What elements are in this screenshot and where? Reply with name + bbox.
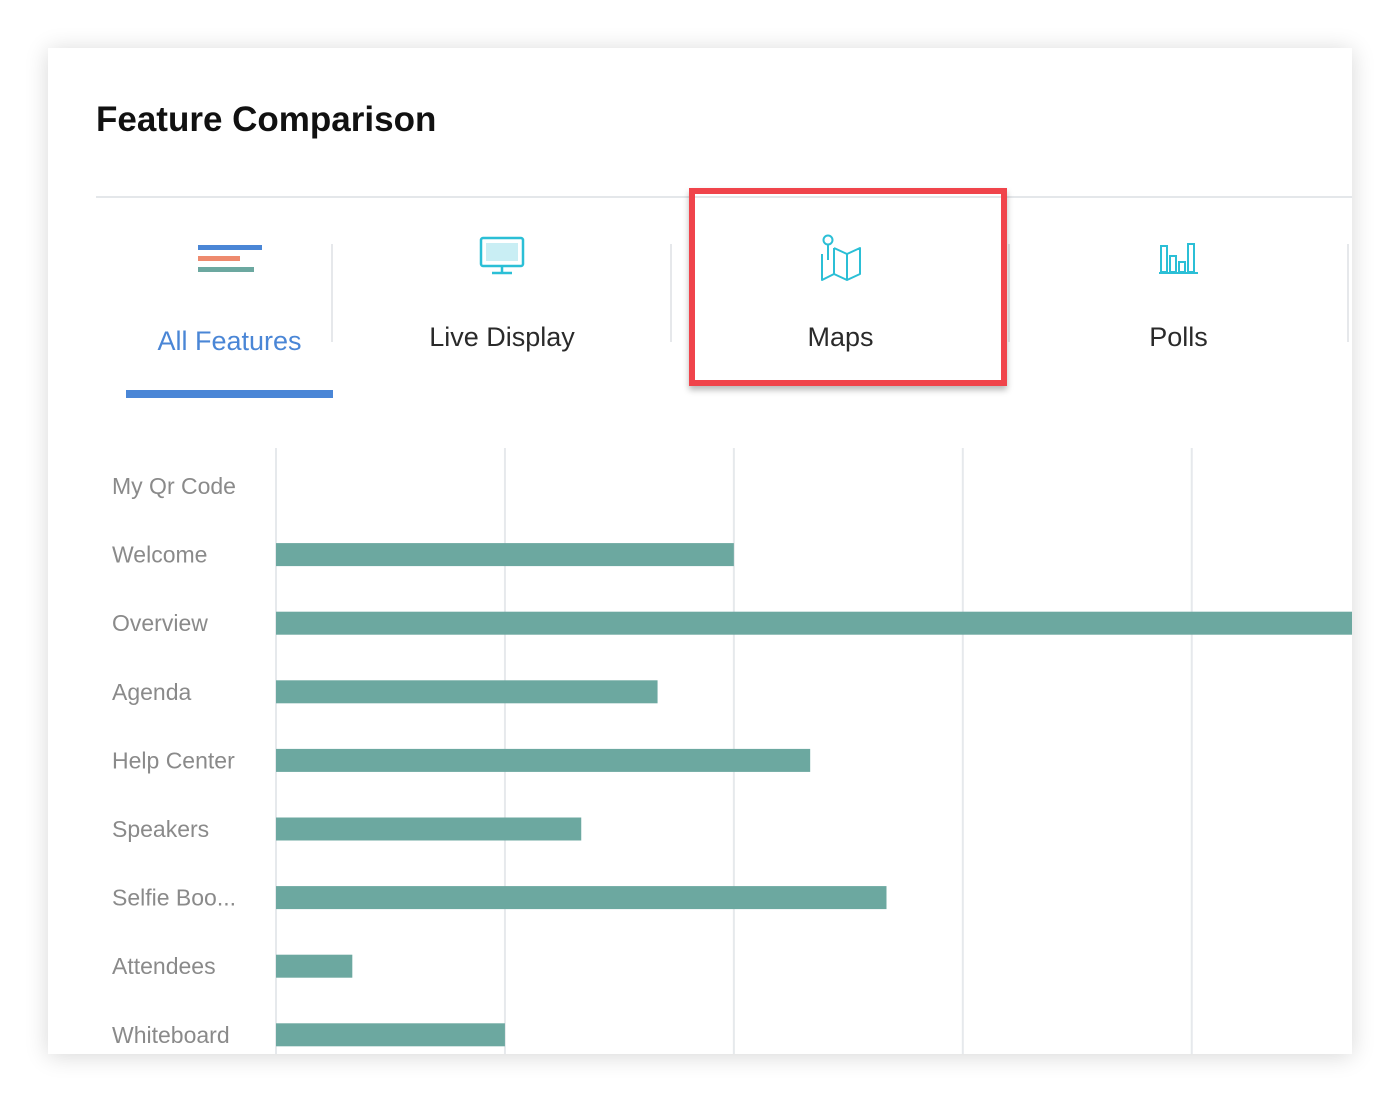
category-label: Agenda	[112, 679, 192, 705]
feature-usage-bar-chart: My Qr Code Welcome Overview Agenda Help Cent…	[112, 448, 1352, 1054]
category-label: Speakers	[112, 816, 209, 842]
category-label: Selfie Boo...	[112, 885, 236, 911]
category-label: My Qr Code	[112, 473, 236, 499]
bar-help-center[interactable]	[276, 748, 811, 772]
bar-whiteboard[interactable]	[276, 1023, 505, 1047]
bar-speakers[interactable]	[276, 817, 582, 841]
category-label: Welcome	[112, 542, 207, 568]
category-label: Overview	[112, 610, 208, 636]
category-label: Attendees	[112, 953, 216, 979]
feature-comparison-card: Feature Comparison All Features Live Dis…	[48, 48, 1352, 1054]
bar-overview[interactable]	[276, 611, 1352, 635]
bar-welcome[interactable]	[276, 543, 734, 567]
category-label: Whiteboard	[112, 1022, 230, 1048]
bar-agenda[interactable]	[276, 680, 658, 704]
bar-selfie-boo[interactable]	[276, 886, 887, 910]
bar-attendees[interactable]	[276, 954, 353, 978]
category-label: Help Center	[112, 747, 235, 773]
